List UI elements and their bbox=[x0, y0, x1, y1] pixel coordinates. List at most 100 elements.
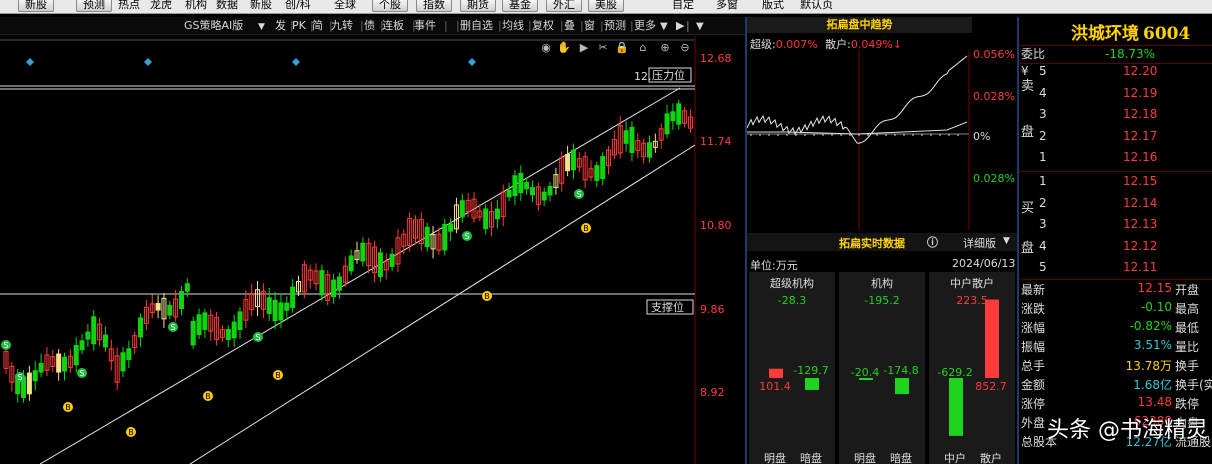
eye-icon[interactable]: ◉ bbox=[541, 41, 551, 54]
flow-bar bbox=[805, 378, 819, 390]
toolbar-item-6[interactable]: 事件 bbox=[414, 19, 436, 33]
candle-body bbox=[184, 283, 190, 292]
menu-item-8[interactable]: 全球 bbox=[334, 0, 356, 12]
sell-side-label: 盘 bbox=[1021, 125, 1035, 140]
stats-divider bbox=[1019, 279, 1212, 280]
menu-item-4[interactable]: 机构 bbox=[185, 0, 207, 12]
menu-item-18[interactable]: 默认页 bbox=[800, 0, 833, 12]
stat-value: 12.15 bbox=[1137, 281, 1172, 295]
price-axis-label: 11.74 bbox=[700, 135, 732, 148]
menu-item-5[interactable]: 数据 bbox=[216, 0, 238, 12]
toolbar-sep: | bbox=[412, 19, 416, 32]
hand-icon[interactable]: ✋ bbox=[557, 41, 571, 54]
watermark: 头条 @书海精灵 bbox=[1047, 418, 1208, 443]
strategy-dropdown-icon[interactable]: ▼ bbox=[258, 20, 265, 34]
toolbar-sep: | bbox=[686, 19, 690, 32]
toolbar-item-0[interactable]: 发 bbox=[275, 19, 286, 33]
mini-axis-label: 0% bbox=[973, 130, 990, 143]
candle-body bbox=[284, 302, 290, 311]
toolbar-sep: | bbox=[329, 19, 333, 32]
detail-dropdown-icon[interactable]: ▼ bbox=[1003, 236, 1010, 246]
toolbar-item-12[interactable]: 预测 bbox=[604, 19, 626, 33]
flow-group-name: 超级机构 bbox=[770, 276, 814, 290]
toolbar-sep: | bbox=[380, 19, 384, 32]
candle-body bbox=[442, 223, 448, 251]
toolbar-item-4[interactable]: 债 bbox=[364, 19, 375, 33]
menu-item-11[interactable]: 期货 bbox=[460, 0, 496, 12]
ask-level: 1 bbox=[1039, 150, 1047, 164]
candle-body bbox=[155, 302, 161, 311]
play-circle-icon[interactable]: ▶ bbox=[580, 41, 589, 54]
menu-item-14[interactable]: 美股 bbox=[588, 0, 624, 12]
menu-item-9[interactable]: 个股 bbox=[372, 0, 408, 12]
zoom-out-icon[interactable]: ⊖ bbox=[680, 41, 689, 54]
menu-item-16[interactable]: 多窗 bbox=[716, 0, 738, 12]
stock-code: 6004 bbox=[1143, 24, 1191, 44]
flow-unit: 单位:万元 bbox=[750, 259, 798, 272]
stat-label: 涨停 bbox=[1021, 397, 1046, 411]
webi-label: 委比 bbox=[1021, 47, 1046, 61]
flow-out-label: 散户 bbox=[980, 451, 1002, 464]
ask-price: 12.18 bbox=[1123, 107, 1158, 121]
toolbar-item-8[interactable]: 均线 bbox=[502, 19, 524, 33]
toolbar-sep: | bbox=[580, 19, 584, 32]
candle-body bbox=[91, 316, 97, 345]
scissors-icon[interactable]: ✂ bbox=[598, 41, 607, 54]
menu-item-12[interactable]: 基金 bbox=[502, 0, 538, 12]
toolbar-sep: | bbox=[456, 19, 460, 32]
menu-item-10[interactable]: 指数 bbox=[416, 0, 452, 12]
zoom-in-icon[interactable]: ⊕ bbox=[660, 41, 669, 54]
menu-item-17[interactable]: 版式 bbox=[762, 0, 784, 12]
toolbar-item-10[interactable]: 叠 bbox=[564, 19, 575, 33]
stat-value: -0.82% bbox=[1129, 319, 1172, 333]
buy-signal-label: B bbox=[484, 292, 490, 301]
menu-item-3[interactable]: 龙虎 bbox=[150, 0, 172, 12]
candle-body bbox=[377, 252, 383, 277]
info-icon[interactable]: ⓘ bbox=[927, 234, 938, 250]
candlestick-chart[interactable]: ◉ ✋ ▶ ✂ 🔒 ⌂ ⊕ ⊖ 12.68 11.74 10.80 9.86 8.92 12. 压力位支撑位… bbox=[0, 36, 746, 464]
candle-body bbox=[506, 189, 512, 198]
candle-body bbox=[629, 126, 635, 153]
menu-item-13[interactable]: 外汇 bbox=[546, 0, 582, 12]
toolbar-item-7[interactable]: 删自选 bbox=[460, 19, 493, 33]
candle-body bbox=[231, 321, 237, 339]
detail-version-select[interactable]: 详细版 bbox=[963, 235, 996, 251]
menu-item-2[interactable]: 热点 bbox=[118, 0, 140, 12]
menu-item-7[interactable]: 创/科 bbox=[285, 0, 311, 12]
toolbar-sep: | bbox=[528, 19, 532, 32]
toolbar-item-13[interactable]: 更多 bbox=[634, 19, 656, 33]
more-dropdown-icon[interactable]: ▼ bbox=[660, 20, 668, 34]
webi-divider bbox=[1019, 63, 1212, 64]
lock-icon[interactable]: ⌂ bbox=[640, 41, 647, 54]
candle-body bbox=[167, 304, 173, 316]
toolbar-item-11[interactable]: 窗 bbox=[584, 19, 595, 33]
lock-icon[interactable]: 🔒 bbox=[615, 41, 629, 54]
currency-symbol: ¥ bbox=[1021, 64, 1029, 78]
toolbar-item-5[interactable]: 连板 bbox=[382, 19, 404, 33]
ask-level: 2 bbox=[1039, 128, 1047, 143]
toolbar-item-9[interactable]: 复权 bbox=[532, 19, 554, 33]
stat-label: 振幅 bbox=[1021, 340, 1046, 354]
menu-item-15[interactable]: 自定 bbox=[672, 0, 694, 12]
webi-value: -18.73% bbox=[1105, 47, 1156, 61]
buy-signal-label: B bbox=[205, 392, 211, 401]
stat-right-label: 量比 bbox=[1175, 340, 1200, 354]
candle-body bbox=[530, 187, 535, 196]
candle-body bbox=[348, 255, 354, 272]
candle-body bbox=[85, 331, 91, 340]
pressure-label: 压力位 bbox=[652, 68, 685, 82]
strategy-select[interactable]: GS策略AI版 bbox=[184, 19, 243, 33]
toolbar-item-1[interactable]: PK bbox=[292, 19, 306, 33]
play-icon[interactable]: ▶ bbox=[676, 19, 684, 33]
price-axis-label: 10.80 bbox=[700, 219, 732, 232]
book-divider bbox=[1019, 171, 1212, 172]
menu-item-1[interactable]: 预测 bbox=[76, 0, 112, 12]
toolbar-dropdown-icon[interactable]: ▼ bbox=[696, 20, 704, 34]
bid-price: 12.11 bbox=[1123, 260, 1158, 274]
menu-item-0[interactable]: 新股 bbox=[18, 0, 54, 12]
toolbar-sep: | bbox=[360, 19, 364, 32]
stat-right-label: 换手 bbox=[1175, 359, 1200, 373]
menu-item-6[interactable]: 新股 bbox=[250, 0, 272, 12]
toolbar-item-3[interactable]: 九转 bbox=[331, 19, 353, 33]
price-axis-label: 12.68 bbox=[700, 52, 732, 65]
